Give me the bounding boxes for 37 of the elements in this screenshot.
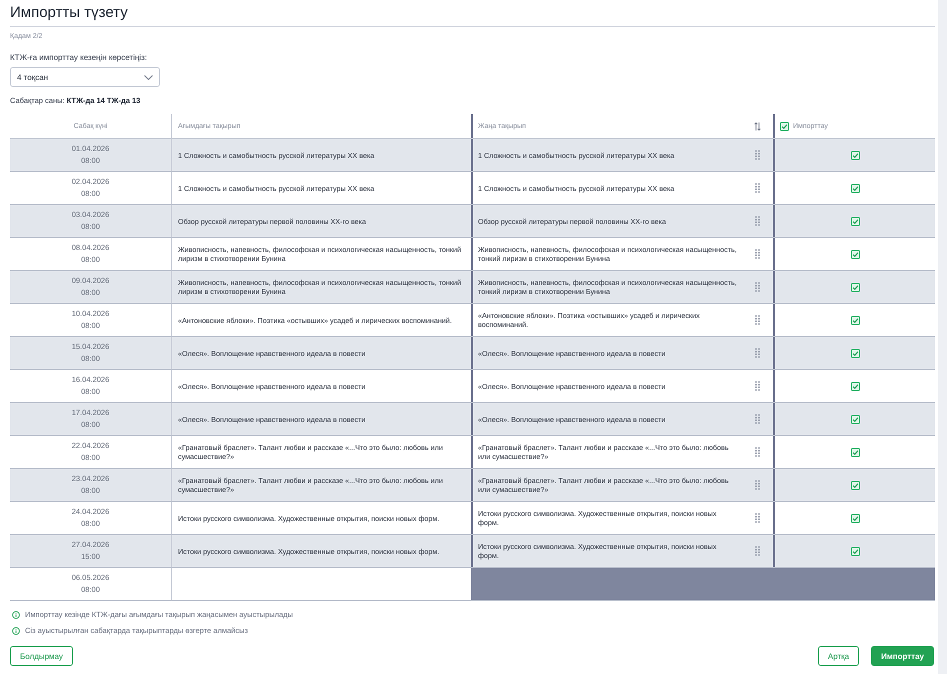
drag-handle-icon[interactable]: [754, 480, 760, 490]
drag-handle-icon[interactable]: [754, 546, 760, 556]
back-button[interactable]: Артқа: [818, 646, 860, 666]
chevron-down-icon: [144, 74, 153, 80]
period-label: КТЖ-ға импорттау кезеңін көрсетіңіз:: [10, 53, 147, 63]
drag-handle-icon[interactable]: [754, 381, 760, 391]
checkbox[interactable]: [850, 448, 860, 456]
drag-handle-icon[interactable]: [754, 414, 760, 424]
checkbox[interactable]: [850, 150, 860, 160]
period-dropdown[interactable]: 4 тоқсан: [10, 67, 160, 87]
drag-handle-icon[interactable]: [754, 183, 760, 193]
cancel-button[interactable]: Болдырмау: [10, 646, 73, 666]
import-button[interactable]: Импорттау: [871, 646, 934, 666]
checkbox[interactable]: [850, 514, 860, 522]
checkbox[interactable]: [850, 282, 860, 292]
checkbox[interactable]: [780, 122, 789, 130]
checkbox[interactable]: [850, 316, 860, 324]
checkbox[interactable]: [850, 546, 860, 556]
drag-handle-icon[interactable]: [754, 216, 760, 226]
dialog-title: Импортты түзету: [10, 4, 128, 22]
sort-icon[interactable]: [754, 122, 760, 130]
checkbox[interactable]: [850, 414, 860, 424]
checkbox[interactable]: [850, 480, 860, 490]
info-icon: [12, 611, 20, 619]
checkbox[interactable]: [850, 348, 860, 358]
checkbox[interactable]: [850, 382, 860, 390]
drag-handle-icon[interactable]: [754, 282, 760, 292]
drag-handle-icon[interactable]: [754, 348, 760, 358]
drag-handle-icon[interactable]: [754, 513, 760, 523]
checkbox[interactable]: [850, 250, 860, 258]
info-icon: [12, 627, 20, 635]
drag-handle-icon[interactable]: [754, 249, 760, 259]
drag-handle-icon[interactable]: [754, 315, 760, 325]
drag-handle-icon[interactable]: [754, 150, 760, 160]
drag-handle-icon[interactable]: [754, 447, 760, 457]
checkbox[interactable]: [850, 184, 860, 192]
checkbox[interactable]: [850, 216, 860, 226]
